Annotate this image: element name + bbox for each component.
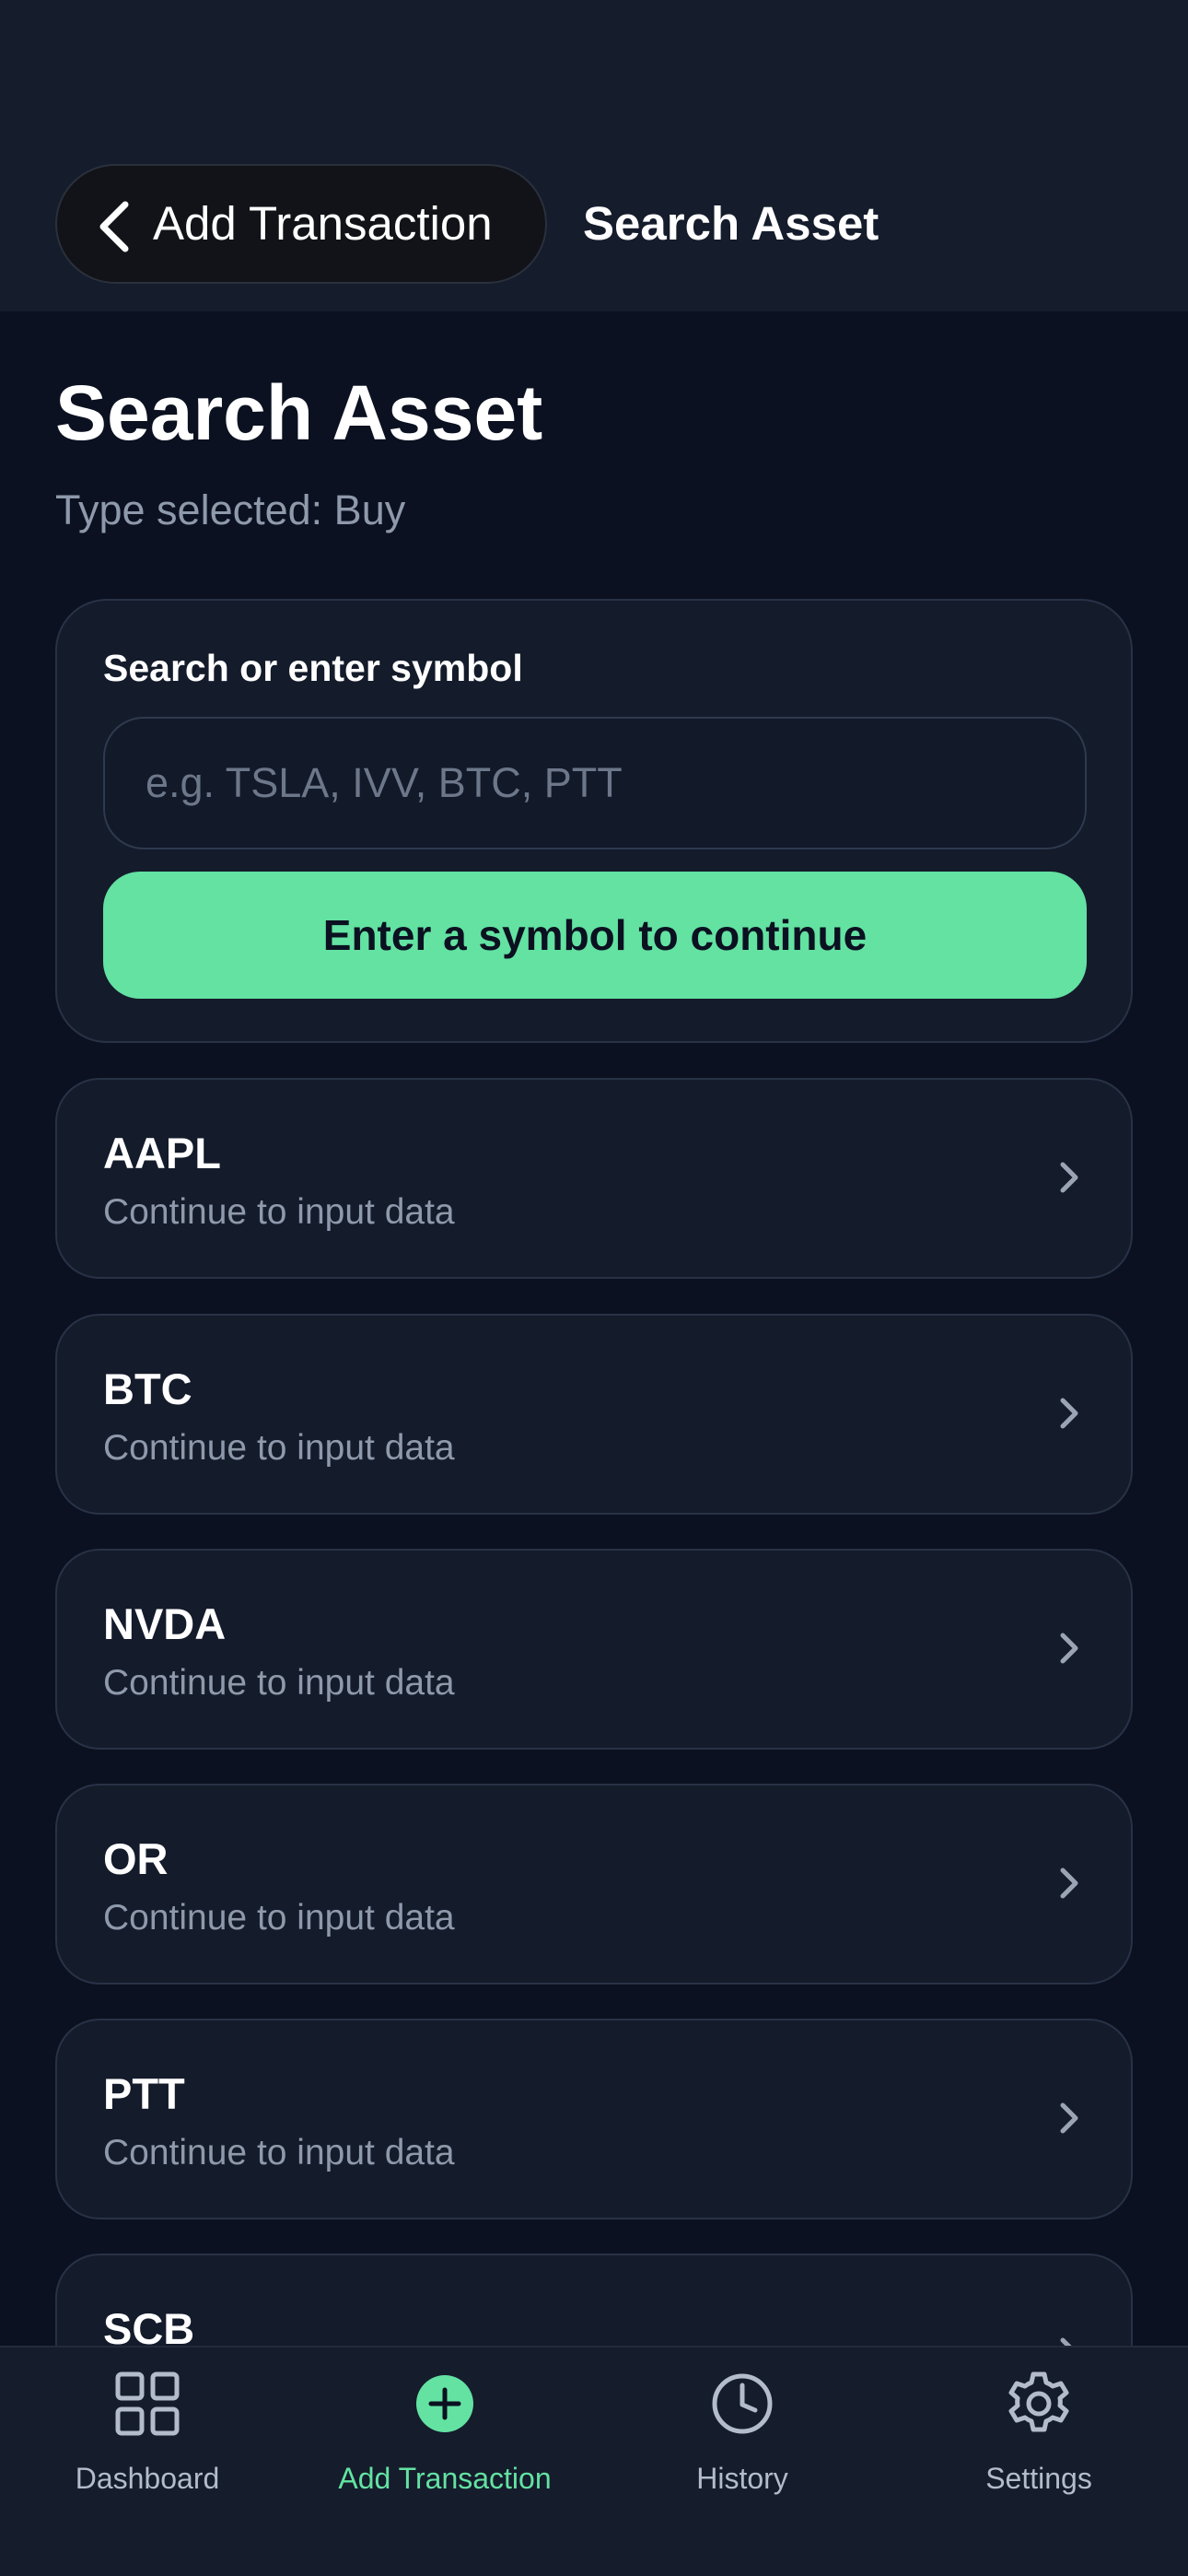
chevron-right-icon — [1060, 1398, 1078, 1429]
asset-caption: Continue to input data — [103, 1898, 455, 1938]
tab-bar: Dashboard Add Transaction History Settin… — [0, 2346, 1188, 2576]
chevron-right-icon — [1060, 2102, 1078, 2134]
asset-symbol: PTT — [103, 2069, 185, 2118]
asset-symbol: AAPL — [103, 1129, 221, 1177]
symbol-search-input[interactable] — [103, 717, 1087, 849]
back-button[interactable]: Add Transaction — [55, 164, 547, 284]
chevron-right-icon — [1060, 1162, 1078, 1193]
asset-caption: Continue to input data — [103, 1192, 455, 1232]
continue-button[interactable]: Enter a symbol to continue — [103, 872, 1087, 999]
tab-dashboard[interactable]: Dashboard — [37, 2348, 258, 2576]
clock-icon — [712, 2373, 773, 2434]
asset-item-nvda[interactable]: NVDA Continue to input data — [55, 1549, 1133, 1750]
plus-circle-icon — [416, 2375, 473, 2432]
chevron-right-icon — [1060, 1633, 1078, 1664]
asset-item-btc[interactable]: BTC Continue to input data — [55, 1314, 1133, 1515]
type-selected-text: Type selected: Buy — [55, 486, 406, 533]
tab-label: Add Transaction — [338, 2462, 552, 2495]
asset-item-or[interactable]: OR Continue to input data — [55, 1784, 1133, 1985]
navigation-header: Add Transaction Search Asset — [0, 0, 1188, 311]
screen: Add Transaction Search Asset Search Asse… — [0, 0, 1188, 2576]
page-title: Search Asset — [55, 369, 543, 456]
asset-item-ptt[interactable]: PTT Continue to input data — [55, 2019, 1133, 2219]
back-button-label: Add Transaction — [153, 197, 493, 250]
asset-caption: Continue to input data — [103, 1428, 455, 1468]
chevron-left-icon — [99, 201, 129, 252]
tab-label: Dashboard — [75, 2462, 220, 2495]
asset-caption: Continue to input data — [103, 1663, 455, 1703]
grid-icon — [115, 2371, 180, 2436]
tab-label: History — [696, 2462, 788, 2495]
asset-item-aapl[interactable]: AAPL Continue to input data — [55, 1078, 1133, 1279]
nav-title: Search Asset — [583, 197, 879, 250]
asset-symbol: NVDA — [103, 1599, 227, 1648]
tab-label: Settings — [985, 2462, 1092, 2495]
asset-caption: Continue to input data — [103, 2133, 455, 2172]
asset-symbol: OR — [103, 1834, 169, 1883]
gear-icon — [1008, 2371, 1069, 2432]
search-card: Search or enter symbol Enter a symbol to… — [55, 599, 1133, 1043]
tab-add-transaction[interactable]: Add Transaction — [307, 2348, 583, 2576]
tab-history[interactable]: History — [632, 2348, 853, 2576]
chevron-right-icon — [1060, 1868, 1078, 1899]
tab-settings[interactable]: Settings — [928, 2348, 1149, 2576]
asset-symbol: BTC — [103, 1364, 192, 1413]
search-label: Search or enter symbol — [103, 647, 523, 689]
